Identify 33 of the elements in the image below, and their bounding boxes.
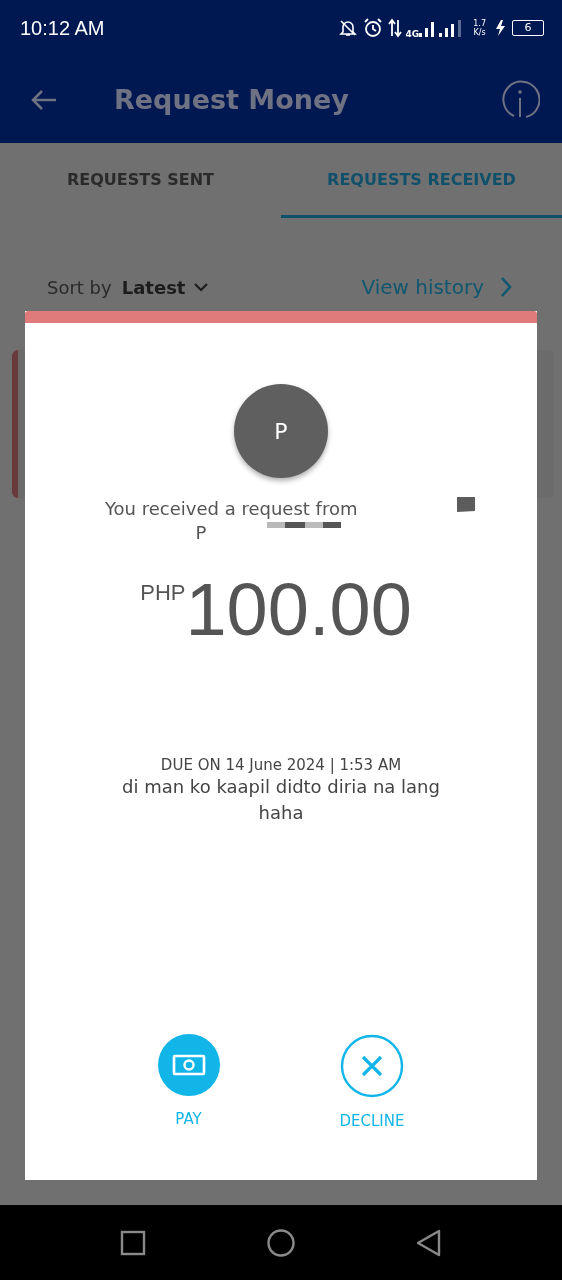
page-title: Request Money	[114, 84, 350, 115]
tab[interactable]: REQUESTS SENT	[0, 143, 281, 218]
request-message: You received a request from	[105, 498, 358, 519]
cash-icon	[157, 1034, 220, 1096]
due-date: DUE ON 14 June 2024 | 1:53 AM	[160, 756, 402, 774]
request-note: di man ko kaapil didto diria na lang haha	[121, 775, 441, 825]
redaction-mark	[456, 497, 476, 513]
back-icon[interactable]	[416, 1228, 442, 1257]
tab[interactable]: REQUESTS RECEIVED	[281, 143, 562, 218]
chevron-down-icon	[193, 282, 210, 292]
network-type: 4G	[405, 29, 420, 39]
info-icon[interactable]	[500, 79, 540, 120]
back-arrow-icon[interactable]	[30, 87, 58, 112]
pay-button[interactable]: PAY	[157, 1034, 220, 1130]
chevron-right-icon	[500, 276, 512, 298]
charging-icon	[494, 19, 508, 37]
view-history-link[interactable]: View history	[361, 275, 512, 299]
avatar: P	[234, 384, 328, 478]
data-arrows-icon	[387, 18, 402, 38]
bell-off-icon	[337, 18, 358, 38]
status-time: 10:12 AM	[20, 16, 105, 40]
currency-label: PHP	[140, 580, 186, 606]
amount: 100.00	[185, 570, 412, 650]
close-icon	[340, 1034, 404, 1098]
sort-label: Sort by	[47, 276, 112, 298]
decline-button[interactable]: DECLINE	[339, 1034, 405, 1130]
home-icon[interactable]	[266, 1227, 296, 1258]
speed-unit: K/s	[473, 28, 486, 37]
sort-dropdown[interactable]: Latest	[121, 276, 210, 298]
sender-name: P	[195, 522, 207, 544]
speed-value: 1.7	[473, 19, 486, 28]
recent-apps-icon[interactable]	[120, 1229, 146, 1256]
battery-indicator: 6	[512, 20, 544, 36]
